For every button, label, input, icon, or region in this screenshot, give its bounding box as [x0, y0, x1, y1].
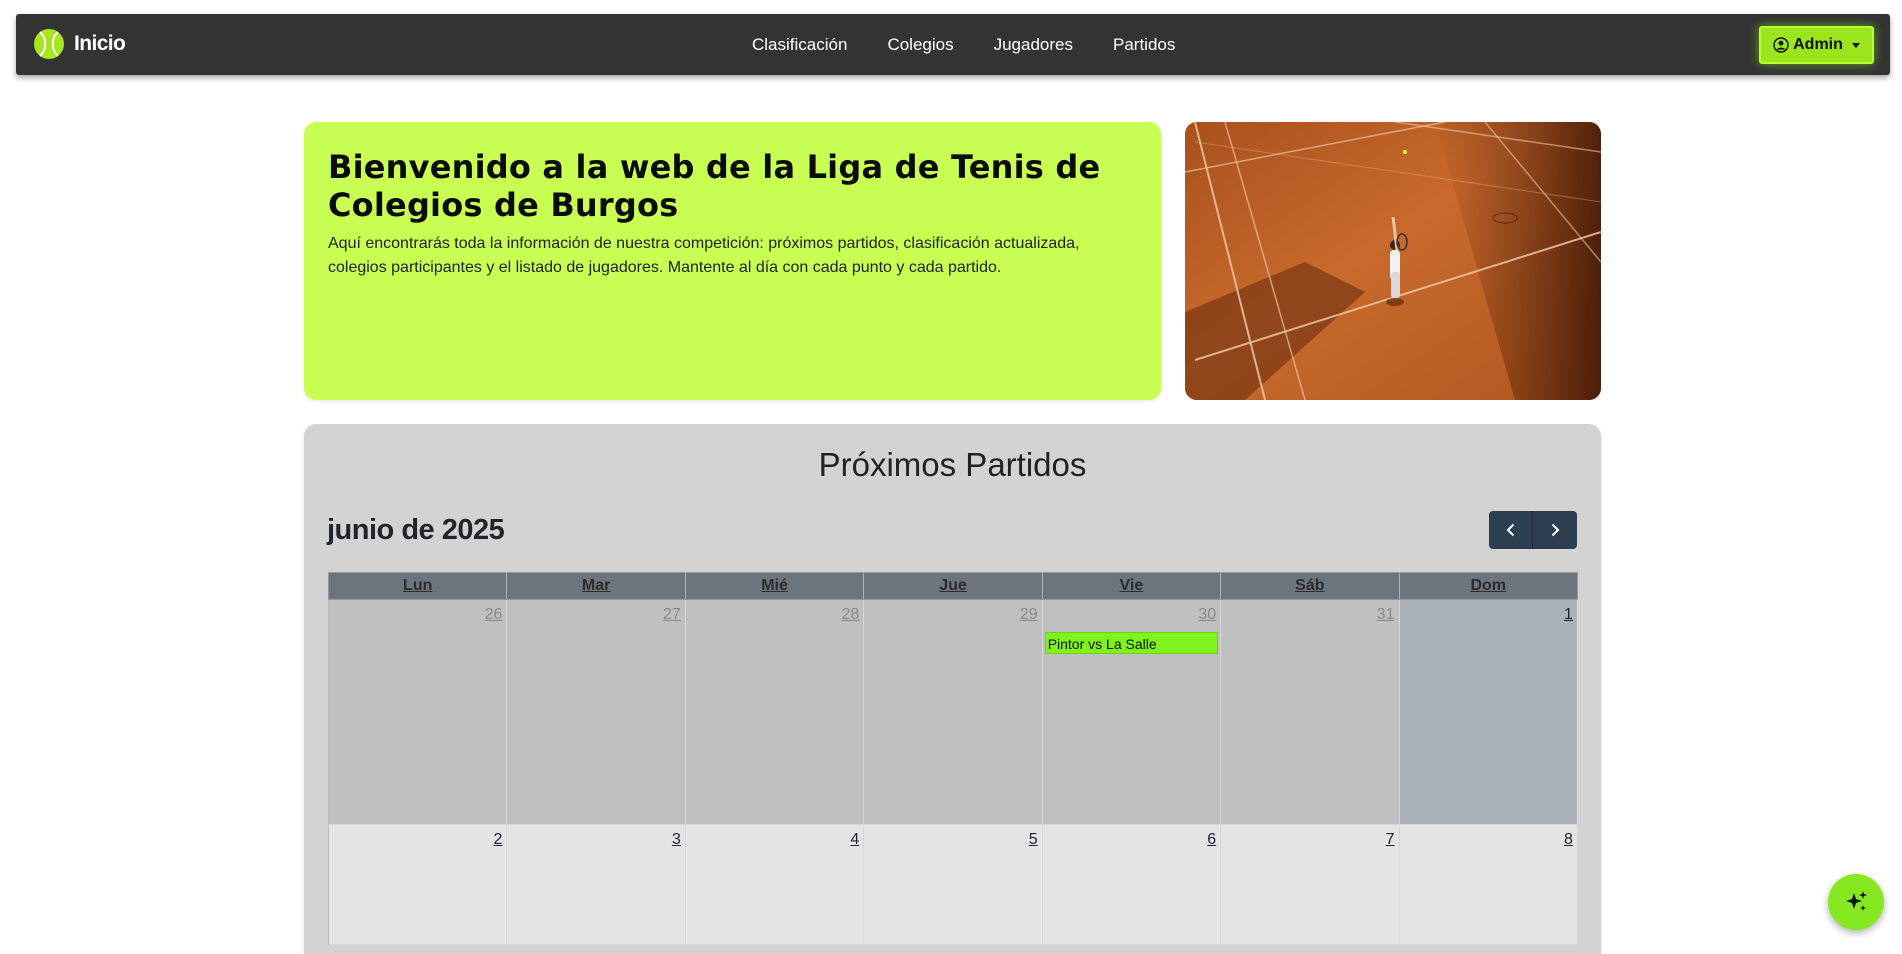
nav-link-partidos[interactable]: Partidos [1113, 35, 1175, 55]
day-number[interactable]: 26 [485, 606, 503, 624]
calendar-week: 26 27 28 29 30 Pintor vs La Salle 31 1 [328, 600, 1578, 825]
calendar-weekday-header: Lun Mar Mié Jue Vie Sáb Dom [328, 572, 1578, 600]
calendar-next-button[interactable] [1533, 511, 1577, 549]
nav-link-jugadores[interactable]: Jugadores [994, 35, 1073, 55]
navbar: Inicio Clasificación Colegios Jugadores … [16, 14, 1890, 75]
calendar-week: 2 3 4 5 6 7 8 [328, 825, 1578, 945]
match-event[interactable]: Pintor vs La Salle [1044, 632, 1219, 654]
calendar-nav-buttons [1489, 511, 1577, 549]
calendar-day[interactable]: 26 [329, 600, 508, 825]
calendar-day[interactable]: 5 [864, 825, 1043, 945]
day-number[interactable]: 30 [1198, 606, 1216, 624]
calendar-day[interactable]: 29 [864, 600, 1043, 825]
day-number[interactable]: 29 [1020, 606, 1038, 624]
admin-label: Admin [1793, 36, 1843, 53]
calendar-day[interactable]: 30 Pintor vs La Salle [1042, 600, 1222, 825]
section-title: Próximos Partidos [818, 446, 1087, 483]
calendar-day[interactable]: 2 [329, 825, 508, 945]
calendar-prev-button[interactable] [1489, 511, 1533, 549]
day-number[interactable]: 5 [1029, 831, 1038, 849]
day-number[interactable]: 6 [1207, 831, 1216, 849]
nav-link-clasificacion[interactable]: Clasificación [752, 35, 847, 55]
weekday-vie[interactable]: Vie [1043, 573, 1222, 599]
day-number[interactable]: 8 [1564, 831, 1573, 849]
calendar-month-label: junio de 2025 [327, 514, 505, 546]
weekday-jue[interactable]: Jue [864, 573, 1043, 599]
admin-dropdown-button[interactable]: Admin [1759, 26, 1874, 64]
calendar-day[interactable]: 8 [1399, 825, 1578, 945]
welcome-title: Bienvenido a la web de la Liga de Tenis … [328, 148, 1101, 224]
sparkles-icon [1846, 891, 1867, 911]
weekday-sab[interactable]: Sáb [1221, 573, 1400, 599]
weekday-lun[interactable]: Lun [329, 573, 508, 599]
brand-text: Inicio [74, 32, 126, 55]
tennis-court-image [1185, 122, 1601, 400]
calendar-day[interactable]: 31 [1221, 600, 1400, 825]
calendar-day[interactable]: 7 [1221, 825, 1400, 945]
nav-link-colegios[interactable]: Colegios [887, 35, 953, 55]
weekday-mar[interactable]: Mar [507, 573, 686, 599]
calendar-day[interactable]: 6 [1042, 825, 1222, 945]
calendar-day[interactable]: 3 [507, 825, 686, 945]
day-number[interactable]: 28 [841, 606, 859, 624]
tennis-ball-icon [34, 29, 64, 59]
chevron-right-icon [1551, 523, 1560, 537]
welcome-text: Aquí encontrarás toda la información de … [328, 235, 1080, 276]
welcome-card: Bienvenido a la web de la Liga de Tenis … [304, 122, 1161, 400]
day-number[interactable]: 2 [494, 831, 503, 849]
day-number[interactable]: 1 [1564, 606, 1573, 624]
brand-link[interactable]: Inicio [33, 28, 126, 60]
weekday-dom[interactable]: Dom [1400, 573, 1577, 599]
day-number[interactable]: 31 [1377, 606, 1395, 624]
day-number[interactable]: 3 [672, 831, 681, 849]
tennis-court-photo [1185, 122, 1601, 400]
day-number[interactable]: 27 [663, 606, 681, 624]
upcoming-matches-section: Próximos Partidos junio de 2025 Lun Mar … [304, 424, 1601, 954]
calendar-day-today[interactable]: 1 [1399, 600, 1578, 825]
calendar-day[interactable]: 27 [507, 600, 686, 825]
user-circle-icon [1773, 37, 1789, 53]
calendar-day[interactable]: 28 [685, 600, 865, 825]
caret-down-icon [1851, 42, 1860, 48]
nav-links: Clasificación Colegios Jugadores Partido… [752, 14, 1175, 75]
ai-assistant-button[interactable] [1828, 874, 1884, 930]
chevron-left-icon [1506, 523, 1514, 537]
day-number[interactable]: 7 [1386, 831, 1395, 849]
calendar-day[interactable]: 4 [685, 825, 865, 945]
weekday-mie[interactable]: Mié [686, 573, 865, 599]
day-number[interactable]: 4 [850, 831, 859, 849]
calendar-grid: Lun Mar Mié Jue Vie Sáb Dom 26 27 28 29 … [328, 572, 1578, 945]
